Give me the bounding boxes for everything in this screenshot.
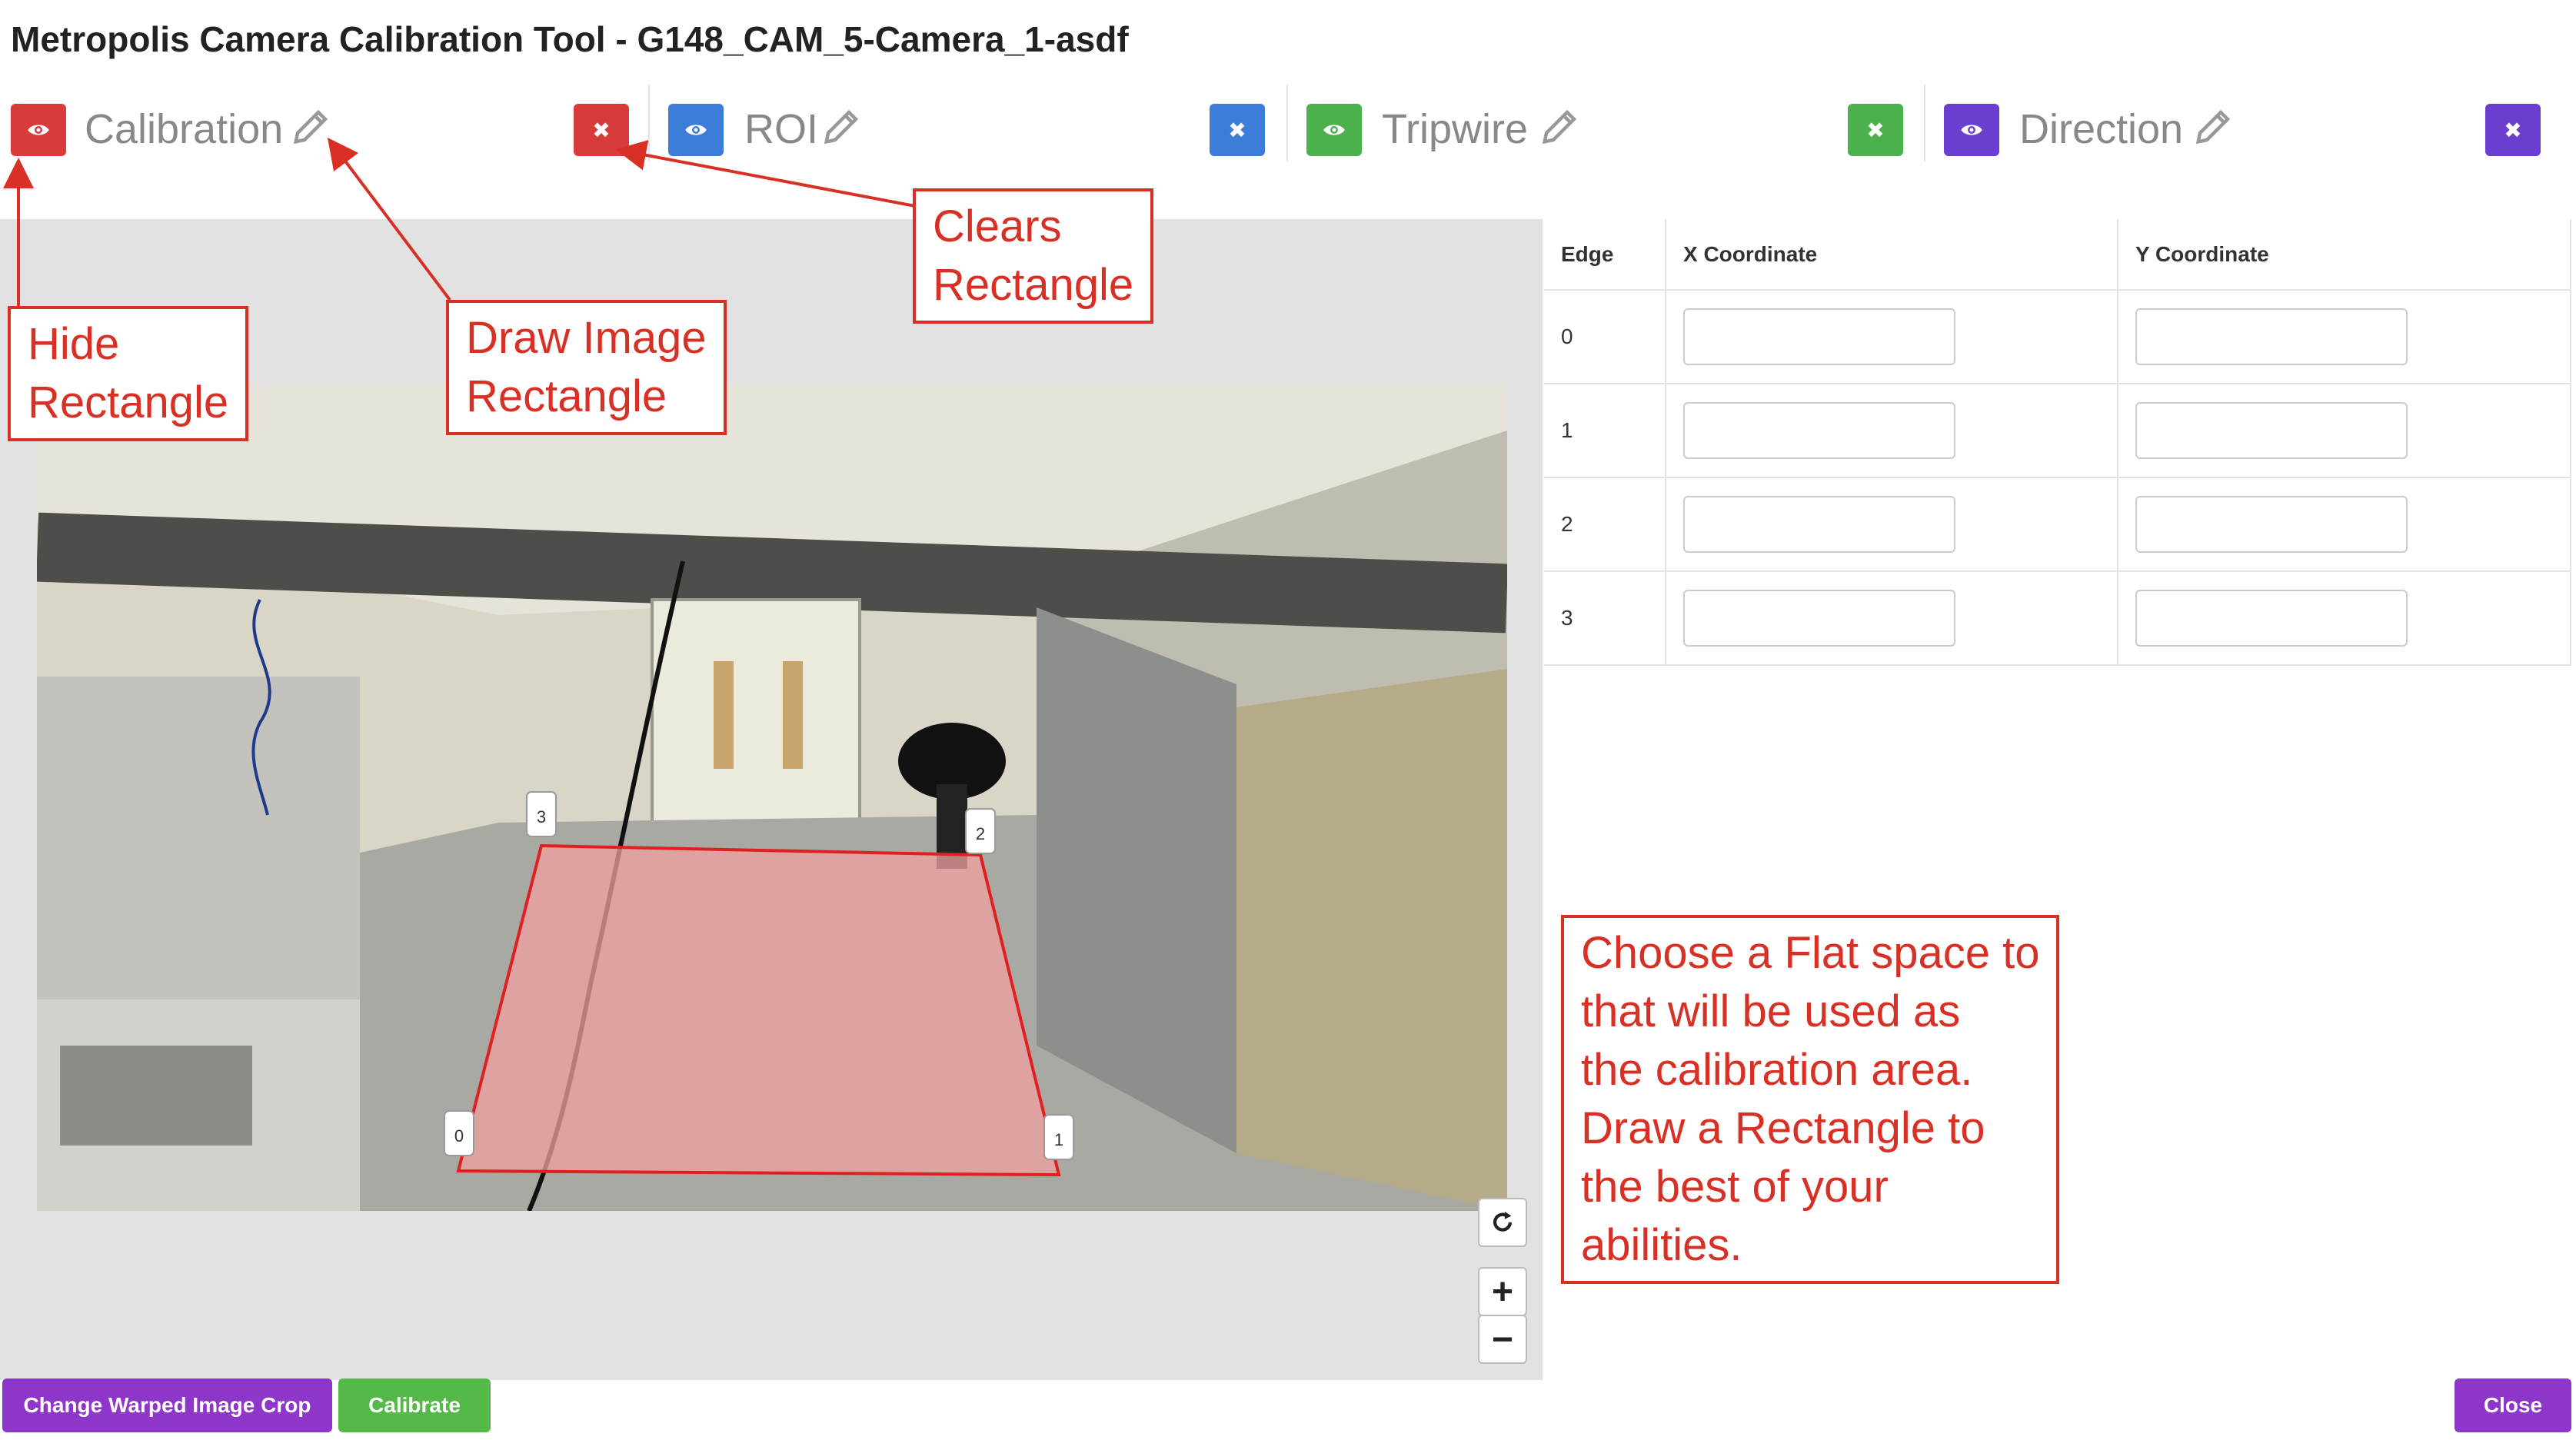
roi-pencil-icon[interactable]	[821, 105, 863, 147]
svg-text:2: 2	[976, 824, 985, 843]
close-button[interactable]: Close	[2455, 1378, 2571, 1432]
zoom-out-button[interactable]: −	[1478, 1315, 1527, 1364]
reset-view-button[interactable]	[1478, 1198, 1527, 1247]
edge-index: 0	[1544, 290, 1666, 384]
calibration-pencil-icon[interactable]	[291, 105, 332, 147]
direction-pencil-icon[interactable]	[2193, 105, 2235, 147]
toolbar-divider	[1286, 85, 1288, 161]
window-title: Metropolis Camera Calibration Tool - G14…	[11, 19, 1129, 59]
shape-toolbar: Calibration ✖ ROI ✖ Tripwire ✖ Direction…	[0, 96, 2576, 165]
x-coordinate-input[interactable]	[1683, 402, 1955, 459]
eye-icon	[28, 125, 49, 135]
y-coordinate-input[interactable]	[2135, 402, 2408, 459]
y-coordinate-input[interactable]	[2135, 308, 2408, 365]
polygon-marker-0[interactable]: 0	[444, 1110, 474, 1156]
table-row: 3	[1544, 571, 2571, 666]
y-coordinate-input[interactable]	[2135, 496, 2408, 553]
annotation-instructions: Choose a Flat space to that will be used…	[1561, 915, 2060, 1284]
direction-label: Direction	[2019, 106, 2184, 152]
direction-clear-button[interactable]: ✖	[2485, 104, 2541, 156]
camera-scene: 0 1 2 3	[37, 384, 1507, 1211]
refresh-icon	[1493, 1211, 1513, 1232]
tripwire-label: Tripwire	[1382, 106, 1529, 152]
y-coordinate-input[interactable]	[2135, 590, 2408, 647]
calibration-visibility-button[interactable]	[11, 104, 66, 156]
roi-visibility-button[interactable]	[668, 104, 724, 156]
roi-label: ROI	[744, 106, 819, 152]
tripwire-pencil-icon[interactable]	[1539, 105, 1581, 147]
table-row: 2	[1544, 477, 2571, 572]
x-coordinate-input[interactable]	[1683, 308, 1955, 365]
change-warped-image-crop-button[interactable]: Change Warped Image Crop	[2, 1378, 332, 1432]
close-icon: ✖	[1228, 118, 1246, 142]
header-edge: Edge	[1544, 219, 1666, 291]
calibration-clear-button[interactable]: ✖	[574, 104, 629, 156]
close-icon: ✖	[592, 118, 611, 142]
svg-text:0: 0	[454, 1126, 464, 1146]
svg-text:1: 1	[1054, 1130, 1063, 1149]
close-icon: ✖	[2504, 118, 2522, 142]
header-x-coordinate: X Coordinate	[1666, 219, 2118, 291]
edge-coordinates-table: Edge X Coordinate Y Coordinate 0 1 2 3	[1544, 219, 2571, 666]
calibrate-button[interactable]: Calibrate	[338, 1378, 491, 1432]
x-coordinate-input[interactable]	[1683, 496, 1955, 553]
toolbar-divider	[648, 85, 650, 161]
tripwire-visibility-button[interactable]	[1306, 104, 1362, 156]
eye-icon	[1323, 125, 1345, 135]
polygon-marker-1[interactable]: 1	[1043, 1114, 1074, 1160]
svg-text:3: 3	[537, 807, 546, 826]
table-row: 1	[1544, 384, 2571, 478]
toolbar-divider	[1924, 85, 1925, 161]
zoom-in-button[interactable]: +	[1478, 1267, 1527, 1316]
table-row: 0	[1544, 290, 2571, 384]
close-icon: ✖	[1866, 118, 1885, 142]
edge-index: 2	[1544, 477, 1666, 572]
direction-visibility-button[interactable]	[1944, 104, 1999, 156]
camera-image[interactable]: 0 1 2 3	[37, 384, 1507, 1211]
calibration-label: Calibration	[85, 106, 284, 152]
x-coordinate-input[interactable]	[1683, 590, 1955, 647]
annotation-clears-rectangle: Clears Rectangle	[913, 188, 1154, 324]
polygon-marker-2[interactable]: 2	[965, 808, 996, 854]
tripwire-clear-button[interactable]: ✖	[1848, 104, 1903, 156]
header-y-coordinate: Y Coordinate	[2118, 219, 2571, 291]
edge-index: 1	[1544, 384, 1666, 478]
eye-icon	[1961, 125, 1982, 135]
eye-icon	[685, 125, 707, 135]
edge-index: 3	[1544, 571, 1666, 666]
table-header-row: Edge X Coordinate Y Coordinate	[1544, 219, 2571, 291]
annotation-draw-image-rectangle: Draw Image Rectangle	[446, 300, 727, 435]
roi-clear-button[interactable]: ✖	[1210, 104, 1265, 156]
annotation-hide-rectangle: Hide Rectangle	[8, 306, 249, 441]
polygon-marker-3[interactable]: 3	[526, 791, 557, 837]
